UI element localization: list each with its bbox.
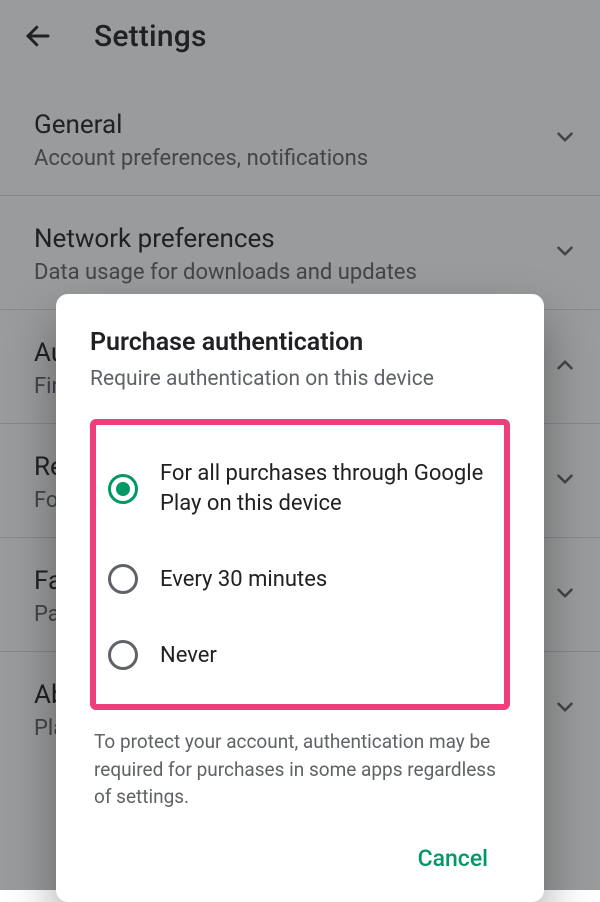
dialog-subtitle: Require authentication on this device [90,367,510,391]
dialog-title: Purchase authentication [90,328,510,357]
radio-option-every-30-min[interactable]: Every 30 minutes [104,546,490,612]
purchase-auth-dialog: Purchase authentication Require authenti… [56,294,544,902]
radio-unselected-icon [108,564,138,594]
dialog-note: To protect your account, authentication … [90,728,510,811]
radio-option-never[interactable]: Never [104,622,490,688]
radio-label: For all purchases through Google Play on… [160,459,486,518]
radio-unselected-icon [108,640,138,670]
radio-group-highlight: For all purchases through Google Play on… [90,419,510,710]
radio-label: Every 30 minutes [160,565,327,595]
radio-label: Never [160,641,217,671]
radio-option-all-purchases[interactable]: For all purchases through Google Play on… [104,441,490,536]
cancel-button[interactable]: Cancel [408,839,498,878]
radio-selected-icon [108,474,138,504]
dialog-actions: Cancel [90,839,510,878]
